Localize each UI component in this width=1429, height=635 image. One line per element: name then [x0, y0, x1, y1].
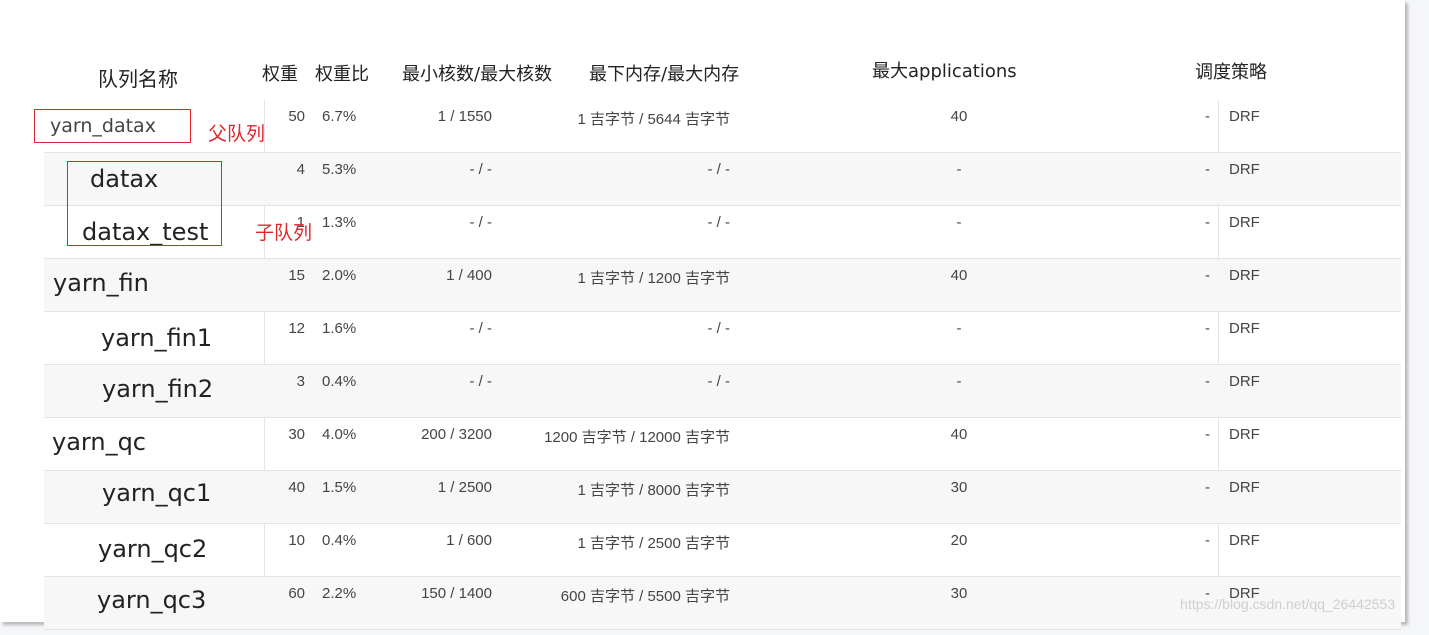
- table-row[interactable]: yarn_fin1 12 1.6% - / - - / - - - DRF: [44, 312, 1401, 365]
- queue-max-apps: -: [956, 320, 962, 337]
- table-header: 队列名称 权重 权重比 最小核数/最大核数 最下内存/最大内存 最大applic…: [0, 0, 1405, 100]
- queue-max-apps: -: [956, 373, 962, 390]
- queue-dash: -: [1205, 320, 1210, 337]
- queue-weight-ratio: 6.7%: [322, 108, 357, 125]
- queue-weight: 3: [296, 373, 305, 390]
- queue-name: yarn_qc: [52, 428, 146, 456]
- queue-weight-ratio: 1.6%: [322, 320, 357, 337]
- queue-cores: 1 / 1550: [437, 108, 492, 125]
- table-row[interactable]: datax_test 1 1.3% - / - - / - - - DRF: [44, 206, 1401, 259]
- table-row[interactable]: yarn_qc 30 4.0% 200 / 3200 1200 吉字节 / 12…: [44, 418, 1401, 471]
- queue-dash: -: [1205, 161, 1210, 178]
- queue-cores: 1 / 600: [446, 532, 492, 549]
- queue-memory: 600 吉字节 / 5500 吉字节: [560, 588, 730, 605]
- watermark: https://blog.csdn.net/qq_26442553: [1180, 596, 1395, 612]
- queue-policy: DRF: [1229, 267, 1260, 284]
- queue-weight-ratio: 1.3%: [322, 214, 357, 231]
- queue-memory: 1 吉字节 / 2500 吉字节: [577, 535, 730, 552]
- queue-policy: DRF: [1229, 161, 1260, 178]
- queue-policy: DRF: [1229, 373, 1260, 390]
- parent-queue-note: 父队列: [208, 123, 266, 145]
- queue-policy: DRF: [1229, 108, 1260, 125]
- queue-dash: -: [1205, 214, 1210, 231]
- queue-name: yarn_fin: [53, 269, 149, 297]
- queue-dash: -: [1205, 426, 1210, 443]
- header-cores: 最小核数/最大核数: [402, 64, 553, 85]
- queue-weight: 30: [288, 426, 305, 443]
- queue-dash: -: [1205, 373, 1210, 390]
- queue-policy: DRF: [1229, 532, 1260, 549]
- queue-dash: -: [1205, 532, 1210, 549]
- queue-cores: - / -: [469, 161, 493, 178]
- queue-policy: DRF: [1229, 426, 1260, 443]
- queue-cores: - / -: [469, 214, 493, 231]
- queue-table: yarn_datax 50 6.7% 1 / 1550 1 吉字节 / 5644…: [44, 100, 1401, 630]
- header-queue-name: 队列名称: [98, 67, 178, 91]
- queue-policy: DRF: [1229, 214, 1260, 231]
- header-scheduling-policy: 调度策略: [1195, 62, 1267, 83]
- table-row[interactable]: datax 4 5.3% - / - - / - - - DRF: [44, 153, 1401, 206]
- queue-cores: 150 / 1400: [421, 585, 492, 602]
- queue-weight-ratio: 1.5%: [322, 479, 357, 496]
- child-queue-note: 子队列: [255, 222, 313, 244]
- queue-dash: -: [1205, 479, 1210, 496]
- queue-memory: 1200 吉字节 / 12000 吉字节: [544, 429, 730, 446]
- queue-weight: 50: [288, 108, 305, 125]
- queue-max-apps: 40: [950, 108, 968, 125]
- header-max-applications: 最大applications: [872, 61, 1017, 82]
- queue-dash: -: [1205, 267, 1210, 284]
- queue-policy: DRF: [1229, 479, 1260, 496]
- queue-name: yarn_fin2: [102, 375, 214, 403]
- queue-max-apps: 40: [950, 267, 968, 284]
- queue-memory: - / -: [707, 320, 731, 337]
- table-row[interactable]: yarn_fin 15 2.0% 1 / 400 1 吉字节 / 1200 吉字…: [44, 259, 1401, 312]
- table-row[interactable]: yarn_fin2 3 0.4% - / - - / - - - DRF: [44, 365, 1401, 418]
- queue-max-apps: 30: [950, 585, 968, 602]
- queue-weight-ratio: 4.0%: [322, 426, 357, 443]
- queue-cores: 1 / 400: [446, 267, 492, 284]
- queue-max-apps: 40: [950, 426, 968, 443]
- queue-name: yarn_qc1: [102, 479, 212, 507]
- queue-weight-ratio: 5.3%: [322, 161, 357, 178]
- queue-memory: 1 吉字节 / 8000 吉字节: [577, 482, 730, 499]
- queue-name: yarn_qc2: [98, 535, 208, 563]
- parent-queue-highlight-box: [34, 109, 191, 143]
- header-weight-ratio: 权重比: [315, 64, 369, 85]
- queue-weight: 12: [288, 320, 305, 337]
- queue-max-apps: -: [956, 161, 962, 178]
- table-row[interactable]: yarn_qc2 10 0.4% 1 / 600 1 吉字节 / 2500 吉字…: [44, 524, 1401, 577]
- queue-name: yarn_fin1: [101, 324, 213, 352]
- queue-memory: 1 吉字节 / 5644 吉字节: [577, 111, 730, 128]
- queue-weight-ratio: 2.2%: [322, 585, 357, 602]
- queue-panel: 队列名称 权重 权重比 最小核数/最大核数 最下内存/最大内存 最大applic…: [0, 0, 1405, 630]
- queue-name: yarn_qc3: [97, 586, 207, 614]
- queue-weight: 60: [288, 585, 305, 602]
- queue-max-apps: 30: [950, 479, 968, 496]
- queue-weight-ratio: 0.4%: [322, 373, 357, 390]
- queue-policy: DRF: [1229, 320, 1260, 337]
- queue-cores: 1 / 2500: [437, 479, 492, 496]
- queue-cores: - / -: [469, 373, 493, 390]
- queue-cores: 200 / 3200: [421, 426, 492, 443]
- header-memory: 最下内存/最大内存: [589, 64, 740, 85]
- queue-weight: 15: [288, 267, 305, 284]
- queue-cores: - / -: [469, 320, 493, 337]
- queue-memory: - / -: [707, 214, 731, 231]
- child-queue-highlight-box: [67, 161, 222, 246]
- queue-weight-ratio: 0.4%: [322, 532, 357, 549]
- queue-memory: - / -: [707, 161, 731, 178]
- queue-max-apps: 20: [950, 532, 968, 549]
- queue-weight: 40: [288, 479, 305, 496]
- queue-memory: - / -: [707, 373, 731, 390]
- table-row[interactable]: yarn_qc1 40 1.5% 1 / 2500 1 吉字节 / 8000 吉…: [44, 471, 1401, 524]
- queue-dash: -: [1205, 108, 1210, 125]
- queue-memory: 1 吉字节 / 1200 吉字节: [577, 270, 730, 287]
- queue-weight-ratio: 2.0%: [322, 267, 357, 284]
- queue-weight: 4: [296, 161, 305, 178]
- queue-weight: 10: [288, 532, 305, 549]
- queue-max-apps: -: [956, 214, 962, 231]
- header-weight: 权重: [262, 64, 298, 85]
